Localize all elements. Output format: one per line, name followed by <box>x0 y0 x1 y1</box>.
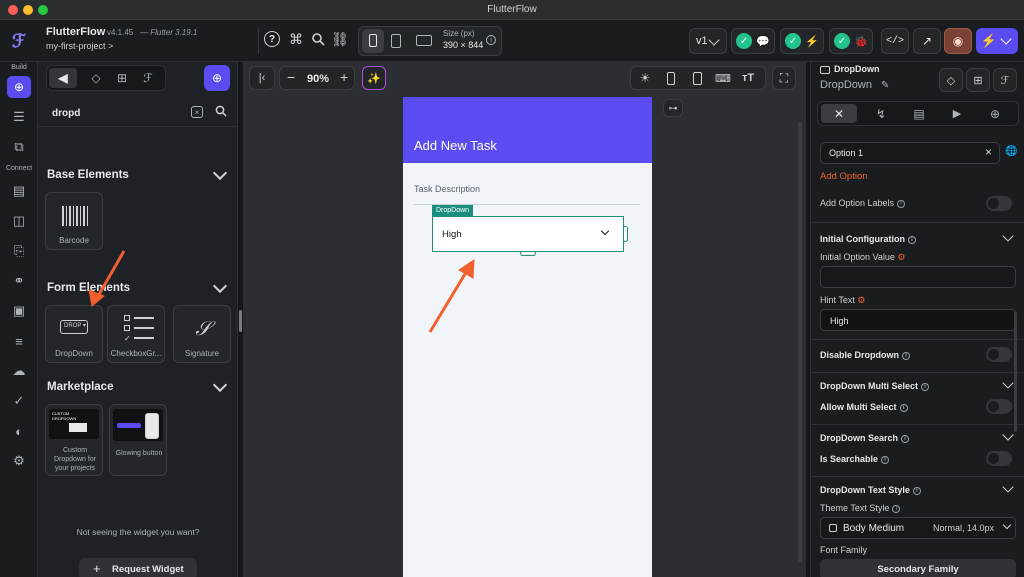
globe-translate-icon[interactable]: 🌐 <box>1005 146 1017 157</box>
edit-pencil-icon[interactable]: ✎ <box>881 80 889 91</box>
properties-scrollbar[interactable] <box>1014 312 1017 432</box>
initial-config-heading: Initial Configuration i <box>820 234 916 244</box>
theme-text-style-select[interactable]: Body Medium Normal, 14.0px <box>820 517 1016 539</box>
diamond-icon[interactable]: ◇ <box>939 68 963 92</box>
add-option-labels-toggle[interactable] <box>986 196 1012 211</box>
font-family-label: Font Family <box>820 545 868 555</box>
chevron-down-icon <box>1002 520 1012 530</box>
checkbox-icon <box>829 524 837 532</box>
variable-icon: ⚙ <box>897 252 906 262</box>
add-option-labels-row: Add Option Labels i <box>820 198 906 208</box>
hint-text-label: Hint Text ⚙ <box>820 295 866 305</box>
dropdown-type-icon <box>820 66 830 74</box>
option-1-field[interactable]: Option 1 × <box>820 142 1000 164</box>
arrow-to-dropdown-tile <box>95 250 126 299</box>
backend-query-tab-icon[interactable]: ▤ <box>901 104 937 123</box>
info-icon: i <box>897 199 906 208</box>
allow-multi-select-row: Allow Multi Select i <box>820 402 908 412</box>
actions-tab-icon[interactable]: ↯ <box>863 104 899 123</box>
dropdown-search-heading: DropDown Search i <box>820 433 910 443</box>
chevron-down-icon[interactable] <box>1002 429 1014 441</box>
info-icon: i <box>921 382 930 391</box>
is-searchable-toggle[interactable] <box>986 451 1012 466</box>
disable-dropdown-toggle[interactable] <box>986 347 1012 362</box>
info-icon: i <box>902 351 911 360</box>
hint-text-field[interactable]: High <box>820 309 1016 331</box>
chevron-down-icon[interactable] <box>1002 230 1014 242</box>
widget-type-label: DropDown <box>834 64 880 74</box>
widget-name-field[interactable]: DropDown <box>820 79 872 91</box>
animations-tab-icon[interactable]: ▶ <box>939 104 975 123</box>
is-searchable-row: Is Searchable i <box>820 454 890 464</box>
divider <box>811 339 1024 340</box>
properties-tab-icon[interactable]: ✕ <box>821 104 857 123</box>
library-icon[interactable]: ℱ <box>993 68 1017 92</box>
divider <box>811 424 1024 425</box>
disable-dropdown-row: Disable Dropdown i <box>820 350 911 360</box>
body-medium-value: Body Medium <box>843 523 905 534</box>
divider <box>811 222 1024 223</box>
arrow-head <box>458 259 475 279</box>
divider <box>811 476 1024 477</box>
option-1-value: Option 1 <box>829 148 864 158</box>
allow-multi-select-toggle[interactable] <box>986 399 1012 414</box>
text-style-size: Normal, 14.0px <box>933 523 995 533</box>
multi-select-heading: DropDown Multi Select i <box>820 381 930 391</box>
text-style-heading: DropDown Text Style i <box>820 485 921 495</box>
chevron-down-icon[interactable] <box>1002 481 1014 493</box>
info-icon: i <box>901 434 910 443</box>
info-icon: i <box>908 235 916 244</box>
font-family-selector[interactable]: Secondary Family <box>820 559 1016 577</box>
info-icon: i <box>899 403 908 412</box>
widget-state-tab-icon[interactable]: ⊕ <box>977 104 1013 123</box>
info-icon: i <box>892 504 901 513</box>
chevron-down-icon[interactable] <box>1002 377 1014 389</box>
add-component-icon[interactable]: ⊞ <box>966 68 990 92</box>
info-icon: i <box>912 486 921 495</box>
initial-option-value-field[interactable] <box>820 266 1016 288</box>
variable-icon: ⚙ <box>857 295 866 305</box>
properties-panel: DropDown DropDown ✎ ◇ ⊞ ℱ ✕ ↯ ▤ ▶ ⊕ Opti… <box>810 62 1024 577</box>
divider <box>811 372 1024 373</box>
initial-option-value-label: Initial Option Value ⚙ <box>820 252 906 262</box>
hint-text-value: High <box>830 316 849 326</box>
add-option-link[interactable]: Add Option <box>820 171 868 182</box>
arrow-to-dropdown-widget <box>428 268 470 333</box>
theme-text-style-label: Theme Text Style i <box>820 503 901 513</box>
remove-option-icon[interactable]: × <box>985 145 992 159</box>
font-family-value: Secondary Family <box>877 564 959 575</box>
info-icon: i <box>881 455 890 464</box>
